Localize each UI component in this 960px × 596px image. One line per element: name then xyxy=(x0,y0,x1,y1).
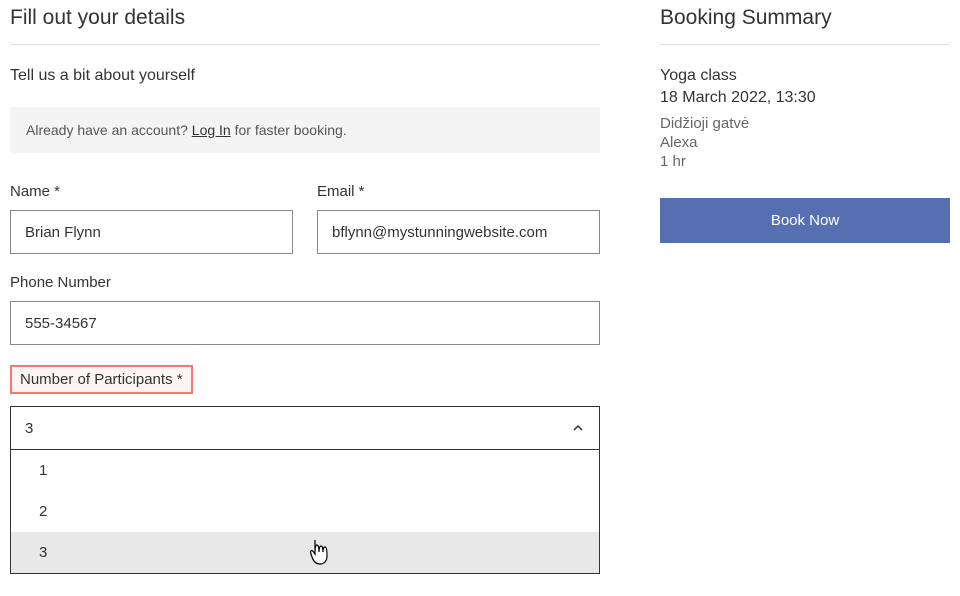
form-subheading: Tell us a bit about yourself xyxy=(10,67,600,85)
divider xyxy=(10,44,600,45)
name-input[interactable] xyxy=(10,210,293,254)
book-now-button[interactable]: Book Now xyxy=(660,198,950,243)
summary-heading: Booking Summary xyxy=(660,6,950,30)
pointer-cursor-icon xyxy=(307,538,331,566)
participants-option-1[interactable]: 1 xyxy=(11,450,599,491)
login-banner-post: for faster booking. xyxy=(231,122,347,138)
email-input[interactable] xyxy=(317,210,600,254)
summary-duration: 1 hr xyxy=(660,153,950,170)
participants-label-highlight: Number of Participants * xyxy=(10,365,193,394)
summary-service: Yoga class xyxy=(660,67,950,85)
form-heading: Fill out your details xyxy=(10,6,600,30)
participants-select[interactable]: 3 xyxy=(10,406,600,450)
summary-location: Didžioji gatvė xyxy=(660,115,950,132)
summary-datetime: 18 March 2022, 13:30 xyxy=(660,89,950,107)
participants-dropdown: 1 2 3 xyxy=(10,450,600,574)
participants-option-3-label: 3 xyxy=(39,544,47,561)
email-label: Email * xyxy=(317,183,600,200)
login-banner-pre: Already have an account? xyxy=(26,122,192,138)
phone-label: Phone Number xyxy=(10,274,600,291)
name-label: Name * xyxy=(10,183,293,200)
participants-option-3[interactable]: 3 xyxy=(11,532,599,573)
login-banner: Already have an account? Log In for fast… xyxy=(10,107,600,153)
participants-selected-value: 3 xyxy=(25,420,33,437)
login-link[interactable]: Log In xyxy=(192,122,231,138)
summary-staff: Alexa xyxy=(660,134,950,151)
chevron-up-icon xyxy=(571,421,585,435)
phone-input[interactable] xyxy=(10,301,600,345)
participants-option-2[interactable]: 2 xyxy=(11,491,599,532)
summary-divider xyxy=(660,44,950,45)
participants-label: Number of Participants * xyxy=(20,371,183,388)
